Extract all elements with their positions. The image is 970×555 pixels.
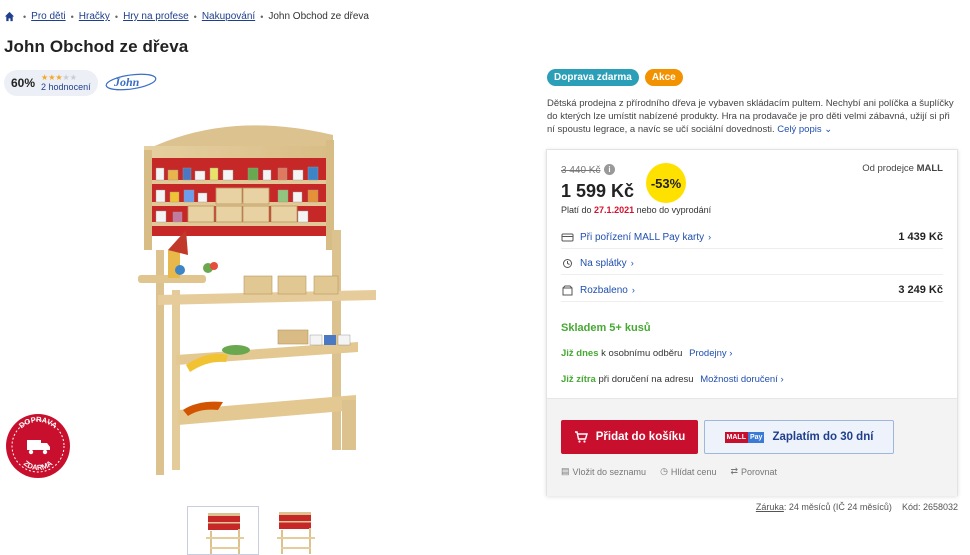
breadcrumb-link-hry-na-profese[interactable]: Hry na profese — [123, 11, 189, 22]
mallpay-logo: MALL Pay — [724, 431, 765, 443]
pay-later-label: Zaplatím do 30 dní — [772, 431, 874, 443]
tag-free-shipping[interactable]: Doprava zdarma — [547, 69, 639, 86]
old-price: 3 440 Kč — [561, 165, 601, 176]
divider — [561, 248, 943, 249]
breadcrumb-separator: • — [114, 11, 119, 22]
rating-count[interactable]: 2 hodnocení — [41, 82, 91, 93]
cart-icon — [574, 431, 588, 443]
current-price: 1 599 Kč — [561, 181, 635, 201]
list-icon: ▤ — [561, 466, 570, 476]
seller-name: MALL — [916, 163, 943, 174]
stock-status: Skladem 5+ kusů — [561, 322, 651, 334]
warranty-value: : 24 měsíců (IČ 24 měsíců) — [783, 502, 892, 512]
breadcrumb: • Pro děti • Hračky • Hry na profese • N… — [4, 11, 369, 22]
warranty-link[interactable]: Záruka — [756, 502, 784, 512]
tag-sale[interactable]: Akce — [644, 69, 683, 86]
pay-later-button[interactable]: MALL Pay Zaplatím do 30 dní — [704, 420, 894, 454]
add-to-cart-label: Přidat do košíku — [595, 431, 686, 443]
chevron-down-icon: ⌄ — [824, 124, 833, 135]
chevron-right-icon: › — [631, 285, 635, 295]
product-tags: Doprava zdarma Akce — [547, 69, 683, 86]
unpacked-label: Rozbaleno — [580, 284, 628, 296]
box-icon — [562, 285, 573, 295]
info-icon[interactable]: i — [604, 164, 615, 175]
thumbnail-image — [206, 513, 244, 554]
breadcrumb-current: John Obchod ze dřeva — [268, 11, 369, 22]
unpacked-option[interactable]: Rozbaleno › 3 249 Kč — [561, 282, 943, 298]
secondary-actions: ▤ Vložit do seznamu ◷ Hlídat cenu ⇄ Porovna… — [561, 466, 777, 477]
chevron-right-icon: › — [708, 232, 712, 242]
mallpay-card-option[interactable]: Při pořízení MALL Pay karty › 1 439 Kč — [561, 229, 943, 245]
stores-link[interactable]: Prodejny › — [689, 348, 732, 359]
divider — [561, 274, 943, 275]
add-to-list-action[interactable]: ▤ Vložit do seznamu — [561, 466, 646, 477]
thumbnail-2[interactable] — [262, 506, 334, 555]
breadcrumb-separator: • — [260, 11, 264, 22]
thumbnail-image — [277, 512, 315, 554]
brand-logo[interactable]: John — [104, 72, 158, 92]
product-description: Dětská prodejna z přírodního dřeva je vy… — [547, 97, 957, 136]
compare-icon: ⇄ — [730, 466, 738, 476]
clock-icon: ◷ — [660, 466, 668, 476]
breadcrumb-separator: • — [23, 11, 27, 22]
breadcrumb-link-pro-deti[interactable]: Pro děti — [31, 11, 65, 22]
validity-date: 27.1.2021 — [594, 205, 635, 215]
price-box: 3 440 Kč i 1 599 Kč -53% Od prodejce MAL… — [546, 149, 958, 496]
rating-summary[interactable]: 60% ★★★★★ 2 hodnocení — [4, 70, 98, 96]
seller-info: Od prodejce MALL — [862, 163, 943, 174]
page-title: John Obchod ze dřeva — [4, 37, 189, 56]
discount-badge: -53% — [646, 163, 686, 203]
product-meta: Záruka: 24 měsíců (IČ 24 měsíců) Kód: 26… — [756, 502, 958, 512]
brand-name: John — [113, 75, 140, 89]
watch-price-action[interactable]: ◷ Hlídat cenu — [660, 466, 716, 477]
full-description-link[interactable]: Celý popis ⌄ — [777, 124, 832, 135]
installments-icon — [563, 258, 572, 268]
delivery-tomorrow: Již zítra při doručení na adresu Možnost… — [561, 374, 784, 385]
product-image[interactable] — [128, 110, 388, 485]
breadcrumb-link-nakupovani[interactable]: Nakupování — [202, 11, 255, 22]
mallpay-card-price: 1 439 Kč — [898, 231, 943, 243]
product-code: Kód: 2658032 — [901, 502, 958, 512]
installments-label: Na splátky — [580, 257, 627, 269]
unpacked-price: 3 249 Kč — [898, 284, 943, 296]
breadcrumb-link-hracky[interactable]: Hračky — [79, 11, 110, 22]
thumbnail-1[interactable] — [187, 506, 259, 555]
card-icon — [561, 233, 574, 241]
star-icons: ★★★★★ — [41, 73, 77, 82]
compare-action[interactable]: ⇄ Porovnat — [730, 466, 777, 477]
breadcrumb-separator: • — [193, 11, 197, 22]
rating-stars: ★★★★★ 2 hodnocení — [41, 73, 91, 93]
rating-percent: 60% — [11, 76, 36, 90]
delivery-today: Již dnes k osobnímu odběru Prodejny › — [561, 348, 733, 359]
divider — [561, 301, 943, 302]
description-text: Dětská prodejna z přírodního dřeva je vy… — [547, 98, 954, 135]
mallpay-card-label: Při pořízení MALL Pay karty — [580, 231, 705, 243]
free-shipping-badge: DOPRAVA ZDARMA — [6, 414, 70, 478]
home-icon[interactable] — [4, 11, 15, 22]
installments-option[interactable]: Na splátky › — [561, 255, 943, 271]
purchase-actions: Přidat do košíku MALL Pay Zaplatím do 30 … — [547, 398, 957, 496]
delivery-options-link[interactable]: Možnosti doručení › — [700, 374, 783, 385]
add-to-cart-button[interactable]: Přidat do košíku — [561, 420, 698, 454]
chevron-right-icon: › — [630, 258, 634, 268]
price-validity: Platí do 27.1.2021 nebo do vyprodání — [561, 205, 712, 215]
breadcrumb-separator: • — [70, 11, 74, 22]
